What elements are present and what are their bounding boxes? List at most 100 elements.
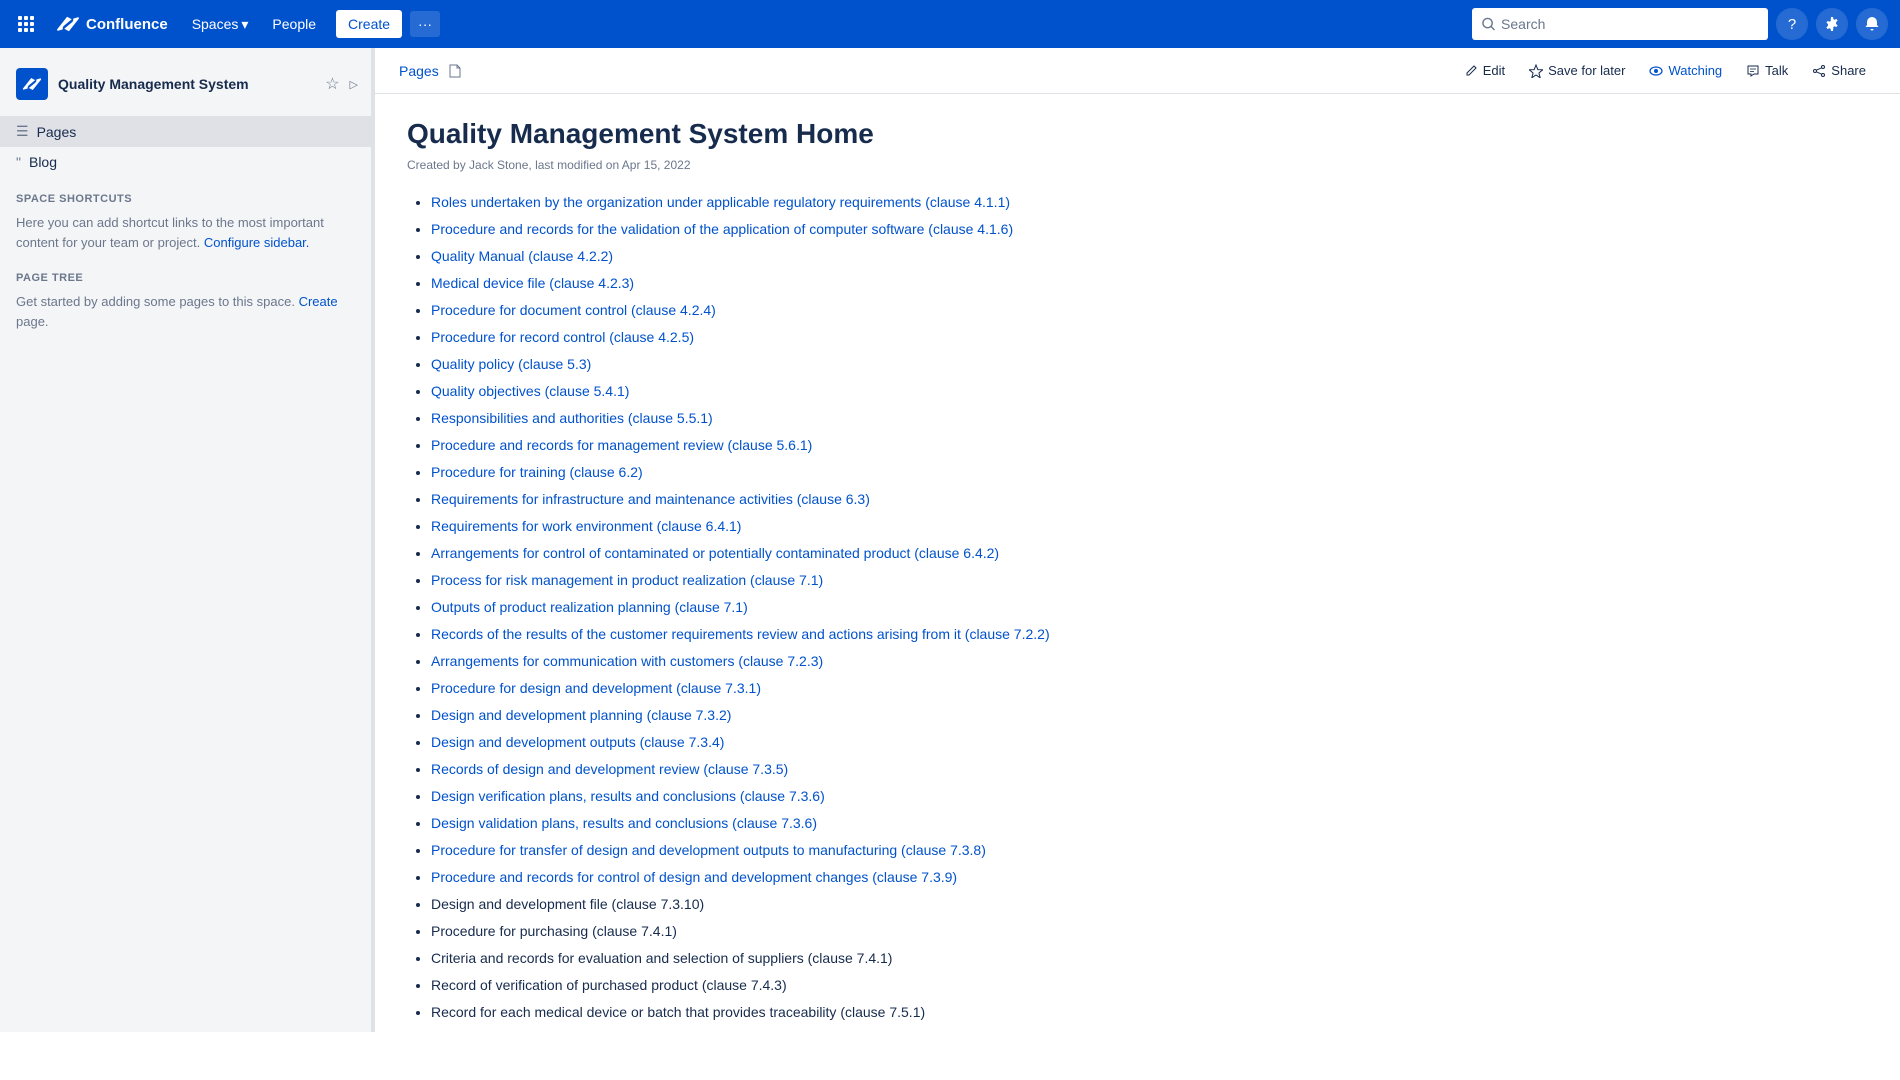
page-tree-description: Get started by adding some pages to this… [0,288,374,335]
list-item: Design and development planning (clause … [431,705,1868,726]
list-item: Quality objectives (clause 5.4.1) [431,381,1868,402]
sidebar-resize-handle[interactable] [371,48,374,1032]
page-link[interactable]: Outputs of product realization planning … [431,599,748,615]
pages-icon: ☰ [16,123,29,140]
favorite-star-icon[interactable]: ☆ [325,74,339,94]
watching-eye-icon [1649,64,1663,78]
apps-grid-icon[interactable] [12,10,40,38]
talk-button[interactable]: Talk [1736,58,1798,83]
shortcuts-heading: SPACE SHORTCUTS [0,177,374,209]
page-link[interactable]: Requirements for work environment (claus… [431,518,741,534]
sidebar: Quality Management System ☆ ▷ ☰ Pages " … [0,48,375,1032]
sidebar-navigation: ☰ Pages " Blog [0,116,374,177]
talk-icon [1746,64,1760,78]
list-item: Responsibilities and authorities (clause… [431,408,1868,429]
list-item: Arrangements for communication with cust… [431,651,1868,672]
top-navigation: Confluence Spaces ▾ People Create ··· ? [0,0,1900,48]
page-link[interactable]: Procedure for training (clause 6.2) [431,464,643,480]
page-link[interactable]: Procedure and records for the validation… [431,221,1013,237]
create-button[interactable]: Create [336,10,402,38]
page-link[interactable]: Procedure and records for control of des… [431,869,957,885]
page-link[interactable]: Design verification plans, results and c… [431,788,825,804]
page-link[interactable]: Medical device file (clause 4.2.3) [431,275,634,291]
list-item: Requirements for infrastructure and main… [431,489,1868,510]
page-tree-heading: PAGE TREE [0,256,374,288]
list-item: Requirements for work environment (claus… [431,516,1868,537]
more-button[interactable]: ··· [410,11,440,37]
search-bar[interactable] [1472,8,1768,40]
edit-icon [1464,64,1478,78]
list-item: Record of verification of purchased prod… [431,975,1868,996]
help-button[interactable]: ? [1776,8,1808,40]
star-icon [1529,64,1543,78]
settings-button[interactable] [1816,8,1848,40]
page-link[interactable]: Design validation plans, results and con… [431,815,817,831]
page-link[interactable]: Records of design and development review… [431,761,788,777]
page-links-list: Roles undertaken by the organization und… [407,192,1868,1032]
list-item: Outputs of product realization planning … [431,597,1868,618]
list-item: Procedure for document control (clause 4… [431,300,1868,321]
list-item: Design validation plans, results and con… [431,813,1868,834]
search-input[interactable] [1501,16,1758,32]
list-item: Procedure for design and development (cl… [431,678,1868,699]
toolbar-breadcrumb: Pages [399,63,1454,89]
page-link[interactable]: Process for risk management in product r… [431,572,823,588]
edit-button[interactable]: Edit [1454,58,1515,83]
list-item: Criteria and records for evaluation and … [431,948,1868,969]
list-item: Procedure for purchasing (clause 7.4.1) [431,921,1868,942]
page-link[interactable]: Quality policy (clause 5.3) [431,356,591,372]
sidebar-pages-label: Pages [37,124,77,140]
page-toolbar: Pages Edit Save for later [375,48,1900,94]
page-title: Quality Management System Home [407,118,1868,150]
watching-button[interactable]: Watching [1639,58,1732,83]
page-body: Quality Management System Home Created b… [375,94,1900,1032]
list-item: Process for risk management in product r… [431,570,1868,591]
create-page-link[interactable]: Create [299,294,338,309]
people-menu[interactable]: People [264,10,324,38]
breadcrumb-file-icon [447,63,463,89]
sidebar-blog-label: Blog [29,154,57,170]
share-button[interactable]: Share [1802,58,1876,83]
page-link[interactable]: Requirements for infrastructure and main… [431,491,870,507]
blog-icon: " [16,154,21,170]
list-item: Records of design and development review… [431,759,1868,780]
list-item: Design verification plans, results and c… [431,786,1868,807]
page-link[interactable]: Design and development outputs (clause 7… [431,734,724,750]
list-item: Quality Manual (clause 4.2.2) [431,246,1868,267]
page-link[interactable]: Procedure for record control (clause 4.2… [431,329,694,345]
page-link[interactable]: Arrangements for communication with cust… [431,653,823,669]
space-logo [16,68,48,100]
sidebar-item-pages[interactable]: ☰ Pages [0,116,374,147]
spaces-menu[interactable]: Spaces ▾ [184,10,257,39]
list-item: Design and development outputs (clause 7… [431,732,1868,753]
main-content: Pages Edit Save for later [375,48,1900,1032]
configure-sidebar-link[interactable]: Configure sidebar. [204,235,310,250]
list-item: Design and development file (clause 7.3.… [431,894,1868,915]
page-link[interactable]: Design and development planning (clause … [431,707,731,723]
search-icon [1482,17,1495,31]
list-item: Roles undertaken by the organization und… [431,192,1868,213]
cursor-indicator: ▷ [350,78,358,91]
save-for-later-button[interactable]: Save for later [1519,58,1635,83]
sidebar-item-blog[interactable]: " Blog [0,147,374,177]
confluence-logo[interactable]: Confluence [48,8,176,40]
page-link[interactable]: Responsibilities and authorities (clause… [431,410,713,426]
sidebar-header: Quality Management System ☆ ▷ [0,60,374,108]
page-link[interactable]: Procedure and records for management rev… [431,437,812,453]
page-link[interactable]: Records of the results of the customer r… [431,626,1050,642]
page-link[interactable]: Roles undertaken by the organization und… [431,194,1010,210]
page-link[interactable]: Procedure for design and development (cl… [431,680,761,696]
list-item: Quality policy (clause 5.3) [431,354,1868,375]
page-link[interactable]: Quality Manual (clause 4.2.2) [431,248,613,264]
page-link[interactable]: Procedure for document control (clause 4… [431,302,716,318]
notifications-button[interactable] [1856,8,1888,40]
shortcuts-description: Here you can add shortcut links to the m… [0,209,374,256]
list-item: Procedure for transfer of design and dev… [431,840,1868,861]
page-link[interactable]: Arrangements for control of contaminated… [431,545,999,561]
page-link[interactable]: Procedure for transfer of design and dev… [431,842,986,858]
page-link[interactable]: Quality objectives (clause 5.4.1) [431,383,629,399]
list-item: Procedure and records for control of des… [431,867,1868,888]
list-item: Procedure and records for the validation… [431,219,1868,240]
list-item: Record for each medical device or batch … [431,1002,1868,1023]
breadcrumb-pages[interactable]: Pages [399,63,439,89]
